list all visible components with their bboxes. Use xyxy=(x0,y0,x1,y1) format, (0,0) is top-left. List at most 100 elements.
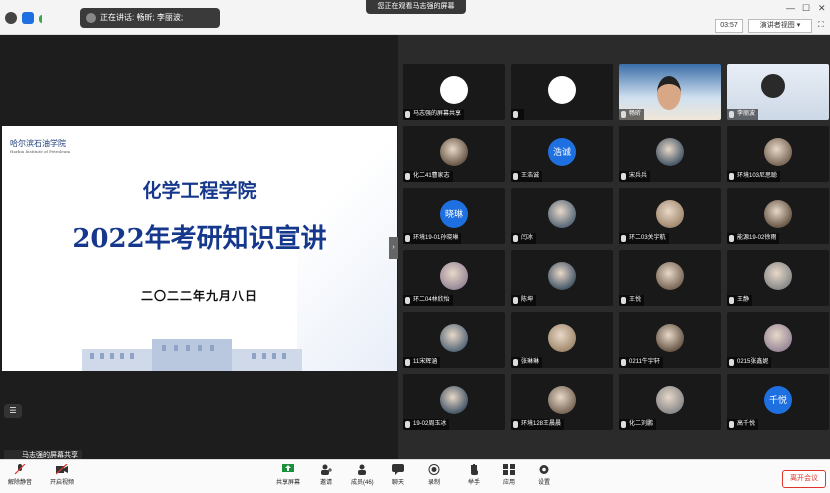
info-icon[interactable] xyxy=(5,12,17,24)
participant-tile[interactable]: 11宋辉涵 xyxy=(403,312,505,368)
mic-muted-icon xyxy=(729,173,734,180)
participant-name xyxy=(511,109,524,120)
close-button[interactable]: ✕ xyxy=(818,3,826,14)
participant-tile[interactable]: 化二刘鹏 xyxy=(619,374,721,430)
fullscreen-icon[interactable]: ⛶ xyxy=(818,20,824,30)
participant-avatar xyxy=(440,386,468,414)
invite-label: 邀请 xyxy=(320,480,333,486)
signal-icon[interactable] xyxy=(39,15,54,23)
mic-muted-icon xyxy=(621,173,626,180)
mic-muted-icon xyxy=(14,464,26,475)
title-bar: 正在讲话: 畅昕; 李丽波; 您正在观看马志强的屏幕 — ☐ ✕ 03:57 演… xyxy=(0,0,830,35)
leave-meeting-button[interactable]: 离开会议 xyxy=(782,470,826,488)
participant-tile[interactable]: 19-02周玉冰 xyxy=(403,374,505,430)
gear-icon xyxy=(539,465,549,474)
chat-label: 聊天 xyxy=(392,480,405,486)
raise-hand-button[interactable]: 举手 xyxy=(468,464,480,486)
participant-name-text: 0211牛宇轩 xyxy=(629,359,660,365)
participant-tile[interactable]: 环境103尼思聪 xyxy=(727,126,829,182)
participant-tile[interactable]: 环二03关宇航 xyxy=(619,188,721,244)
chat-button[interactable]: 聊天 xyxy=(392,464,404,486)
mic-muted-icon xyxy=(513,421,518,428)
participant-name-text: 陈坤 xyxy=(521,297,534,303)
participant-name: 陈坤 xyxy=(511,295,537,306)
participant-tile[interactable]: 环二04林欣怡 xyxy=(403,250,505,306)
participant-name: 环境128王晨晨 xyxy=(511,419,565,430)
participant-tile[interactable]: 王悦 xyxy=(619,250,721,306)
members-button[interactable]: 成员(46) xyxy=(351,464,374,486)
apps-icon xyxy=(503,464,515,475)
participant-name-text: 宋兵兵 xyxy=(629,173,648,179)
participant-name-text: 11宋辉涵 xyxy=(413,359,438,365)
unmute-button[interactable]: 解除静音 xyxy=(8,464,32,486)
apps-button[interactable]: 应用 xyxy=(503,464,515,486)
participant-name-text: 高千悦 xyxy=(737,421,756,427)
participant-name: 闫冰 xyxy=(511,233,537,244)
logo-subtext: Harbin Institute of Petroleum xyxy=(10,149,70,154)
invite-button[interactable]: 邀请 xyxy=(320,464,332,486)
participant-name-text: 19-02周玉冰 xyxy=(413,421,447,427)
participant-tile[interactable]: 畅昕 xyxy=(619,64,721,120)
participant-tile[interactable]: 宋兵兵 xyxy=(619,126,721,182)
shield-icon[interactable] xyxy=(22,12,34,24)
participant-tile[interactable] xyxy=(511,64,613,120)
participant-avatar xyxy=(656,262,684,290)
participant-avatar xyxy=(656,386,684,414)
participant-avatar xyxy=(764,324,792,352)
participant-tile[interactable]: 马志强的屏幕共享 xyxy=(403,64,505,120)
apps-label: 应用 xyxy=(503,480,516,486)
share-screen-button[interactable]: 共享屏幕 xyxy=(276,464,300,486)
participant-name-text: 化二41曹家志 xyxy=(413,173,450,179)
participant-avatar xyxy=(440,262,468,290)
mic-muted-icon xyxy=(405,421,410,428)
settings-label: 设置 xyxy=(538,480,551,486)
participant-gallery: 马志强的屏幕共享 畅昕 李丽波化二41曹家志 浩诚 王浩诚宋兵兵 环境103尼思聪晓琳 环境… xyxy=(398,35,830,459)
participant-name: 高千悦 xyxy=(727,419,759,430)
participant-tile[interactable]: 浩诚 王浩诚 xyxy=(511,126,613,182)
maximize-button[interactable]: ☐ xyxy=(802,3,810,14)
speaking-indicator: 正在讲话: 畅昕; 李丽波; xyxy=(80,8,220,28)
members-icon xyxy=(358,464,367,475)
participant-name-text: 马志强的屏幕共享 xyxy=(413,111,462,117)
participant-tile[interactable]: 王静 xyxy=(727,250,829,306)
participant-name: 王静 xyxy=(727,295,753,306)
view-mode-label: 演讲者视图 xyxy=(759,22,795,29)
record-button[interactable]: 录制 xyxy=(428,464,440,486)
participant-tile[interactable]: 千悦 高千悦 xyxy=(727,374,829,430)
mic-muted-icon xyxy=(405,173,410,180)
participant-tile[interactable]: 能源19-02徐雨 xyxy=(727,188,829,244)
collapse-gallery-button[interactable]: › xyxy=(389,237,398,259)
participant-tile[interactable]: 晓琳 环境19-01孙晓琳 xyxy=(403,188,505,244)
participant-tile[interactable]: 李丽波 xyxy=(727,64,829,120)
hand-icon xyxy=(471,464,478,475)
list-icon[interactable]: ☰ xyxy=(4,404,22,418)
mic-muted-icon xyxy=(729,359,734,366)
speaker-avatar-icon xyxy=(86,13,96,23)
participant-name: 19-02周玉冰 xyxy=(403,419,450,430)
watching-banner[interactable]: 您正在观看马志强的屏幕 xyxy=(366,0,466,14)
mic-muted-icon xyxy=(621,359,626,366)
participant-tile[interactable]: 张琳琳 xyxy=(511,312,613,368)
participant-name: 马志强的屏幕共享 xyxy=(403,109,465,120)
participant-tile[interactable]: 陈坤 xyxy=(511,250,613,306)
participant-tile[interactable]: 闫冰 xyxy=(511,188,613,244)
participant-name-text: 能源19-02徐雨 xyxy=(737,235,777,241)
participant-tile[interactable]: 0215张鑫妮 xyxy=(727,312,829,368)
participant-name-text: 0215张鑫妮 xyxy=(737,359,769,365)
view-mode-button[interactable]: 演讲者视图 ▾ xyxy=(748,19,812,33)
minimize-button[interactable]: — xyxy=(786,3,795,13)
mic-muted-icon xyxy=(513,359,518,366)
chat-icon xyxy=(392,464,404,475)
start-video-button[interactable]: 开启视频 xyxy=(50,464,74,486)
participant-tile[interactable]: 化二41曹家志 xyxy=(403,126,505,182)
participant-name: 化二刘鹏 xyxy=(619,419,657,430)
participant-avatar xyxy=(548,386,576,414)
participant-tile[interactable]: 0211牛宇轩 xyxy=(619,312,721,368)
settings-button[interactable]: 设置 xyxy=(538,464,550,486)
mic-muted-icon xyxy=(405,111,410,118)
participant-tile[interactable]: 环境128王晨晨 xyxy=(511,374,613,430)
participant-name: 王浩诚 xyxy=(511,171,543,182)
participant-name: 环境19-01孙晓琳 xyxy=(403,233,462,244)
mic-muted-icon xyxy=(729,111,734,118)
participant-avatar xyxy=(440,76,468,104)
